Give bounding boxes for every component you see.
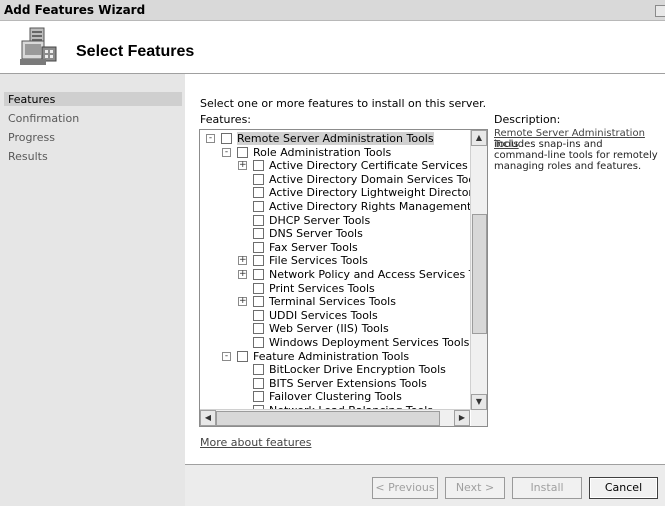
tree-row-label: DHCP Server Tools	[269, 213, 371, 227]
tree-row[interactable]: Web Server (IIS) Tools	[200, 322, 470, 335]
collapse-icon[interactable]: -	[222, 351, 231, 361]
scroll-up-icon[interactable]: ▲	[471, 130, 487, 146]
expand-icon[interactable]: +	[238, 256, 247, 266]
tree-items: - Remote Server Administration Tools - Role…	[200, 130, 470, 410]
feature-checkbox[interactable]	[253, 173, 264, 185]
tree-row-label: File Services Tools	[269, 254, 368, 268]
tree-row[interactable]: BitLocker Drive Encryption Tools	[200, 363, 470, 376]
feature-checkbox[interactable]	[253, 255, 264, 267]
tree-row-label: Role Administration Tools	[253, 145, 392, 159]
feature-checkbox[interactable]	[253, 269, 264, 280]
feature-checkbox[interactable]	[253, 337, 264, 348]
nav-item-progress[interactable]: Progress	[8, 131, 55, 144]
vertical-scroll-thumb[interactable]	[472, 214, 487, 334]
tree-row-label: Print Services Tools	[269, 281, 375, 295]
scroll-down-icon[interactable]: ▼	[471, 394, 487, 410]
tree-row[interactable]: + Active Directory Certificate Services T…	[200, 159, 470, 172]
previous-button[interactable]: < Previous	[372, 477, 438, 499]
tree-row[interactable]: BITS Server Extensions Tools	[200, 377, 470, 390]
feature-checkbox[interactable]	[253, 323, 264, 335]
tree-row-label: Failover Clustering Tools	[269, 390, 402, 404]
feature-checkbox[interactable]	[237, 350, 248, 362]
tree-row-label: BitLocker Drive Encryption Tools	[269, 363, 446, 377]
tree-row-label: Active Directory Rights Management Servi…	[269, 200, 470, 213]
vertical-scrollbar[interactable]: ▲ ▼	[470, 130, 487, 410]
feature-checkbox[interactable]	[253, 241, 264, 253]
nav-item-features[interactable]: Features	[8, 93, 55, 106]
scrollbar-corner	[471, 410, 487, 426]
feature-checkbox[interactable]	[253, 282, 264, 294]
title-bar: Add Features Wizard	[0, 0, 665, 21]
tree-row-label: BITS Server Extensions Tools	[269, 376, 427, 390]
feature-checkbox[interactable]	[253, 214, 264, 226]
tree-row-label: Active Directory Lightweight Directory S…	[269, 186, 470, 200]
tree-row-label: UDDI Services Tools	[269, 308, 378, 322]
feature-checkbox[interactable]	[253, 364, 264, 376]
feature-checkbox[interactable]	[253, 160, 264, 172]
tree-row[interactable]: - Remote Server Administration Tools	[200, 132, 470, 145]
tree-row[interactable]: Fax Server Tools	[200, 241, 470, 254]
feature-checkbox[interactable]	[253, 187, 264, 199]
instructions-text: Select one or more features to install o…	[200, 97, 487, 110]
features-tree[interactable]: - Remote Server Administration Tools - Role…	[199, 129, 488, 427]
page-title: Select Features	[76, 43, 195, 60]
tree-row[interactable]: UDDI Services Tools	[200, 309, 470, 322]
tree-row-label: Remote Server Administration Tools	[237, 132, 434, 145]
install-button[interactable]: Install	[512, 477, 582, 499]
tree-row[interactable]: Active Directory Rights Management Servi…	[200, 200, 470, 213]
tree-row[interactable]: DNS Server Tools	[200, 227, 470, 240]
tree-row-label: Terminal Services Tools	[269, 295, 396, 309]
description-label: Description:	[494, 113, 561, 126]
tree-row[interactable]: Windows Deployment Services Tools	[200, 336, 470, 349]
tree-row-label: Fax Server Tools	[269, 240, 358, 254]
tree-row-label: Active Directory Certificate Services To…	[269, 159, 470, 173]
wizard-server-icon	[20, 27, 57, 65]
feature-checkbox[interactable]	[237, 146, 248, 158]
nav-item-confirmation[interactable]: Confirmation	[8, 112, 79, 125]
horizontal-scroll-thumb[interactable]	[216, 411, 440, 426]
features-label: Features:	[200, 113, 252, 126]
feature-checkbox[interactable]	[221, 133, 232, 144]
tree-row-label: Windows Deployment Services Tools	[269, 336, 470, 349]
collapse-icon[interactable]: -	[222, 147, 231, 157]
tree-row[interactable]: + File Services Tools	[200, 254, 470, 267]
collapse-icon[interactable]: -	[206, 134, 215, 143]
feature-checkbox[interactable]	[253, 309, 264, 321]
tree-row-label: Active Directory Domain Services Tools	[269, 172, 470, 186]
expand-icon[interactable]: +	[238, 161, 247, 171]
more-about-features-link[interactable]: More about features	[200, 436, 311, 449]
tree-row-label: Network Policy and Access Services Tools	[269, 268, 470, 281]
feature-checkbox[interactable]	[253, 296, 264, 308]
tree-row[interactable]: + Terminal Services Tools	[200, 295, 470, 308]
scroll-right-icon[interactable]: ▶	[454, 410, 470, 426]
description-text: includes snap-ins and command-line tools…	[494, 139, 658, 172]
tree-row[interactable]: Failover Clustering Tools	[200, 390, 470, 403]
feature-checkbox[interactable]	[253, 228, 264, 240]
tree-row[interactable]: Active Directory Domain Services Tools	[200, 173, 470, 186]
tree-row[interactable]: - Role Administration Tools	[200, 146, 470, 159]
window-title: Add Features Wizard	[4, 3, 146, 17]
tree-row-label: DNS Server Tools	[269, 227, 363, 241]
tree-row-label: Feature Administration Tools	[253, 349, 410, 363]
tree-row[interactable]: - Feature Administration Tools	[200, 350, 470, 363]
feature-checkbox[interactable]	[253, 201, 264, 212]
nav-item-results[interactable]: Results	[8, 150, 48, 163]
next-button[interactable]: Next >	[445, 477, 505, 499]
horizontal-scrollbar[interactable]: ◀ ▶	[200, 409, 470, 426]
feature-checkbox[interactable]	[253, 391, 264, 403]
tree-row[interactable]: DHCP Server Tools	[200, 214, 470, 227]
footer-divider	[185, 464, 665, 465]
feature-checkbox[interactable]	[253, 377, 264, 389]
tree-row[interactable]: Print Services Tools	[200, 282, 470, 295]
tree-row-label: Web Server (IIS) Tools	[269, 322, 389, 336]
expand-icon[interactable]: +	[238, 270, 247, 279]
window-control-button[interactable]	[655, 5, 665, 17]
cancel-button[interactable]: Cancel	[589, 477, 658, 499]
scroll-left-icon[interactable]: ◀	[200, 410, 216, 426]
tree-row[interactable]: + Network Policy and Access Services Tool…	[200, 268, 470, 281]
tree-row[interactable]: Active Directory Lightweight Directory S…	[200, 186, 470, 199]
expand-icon[interactable]: +	[238, 297, 247, 307]
